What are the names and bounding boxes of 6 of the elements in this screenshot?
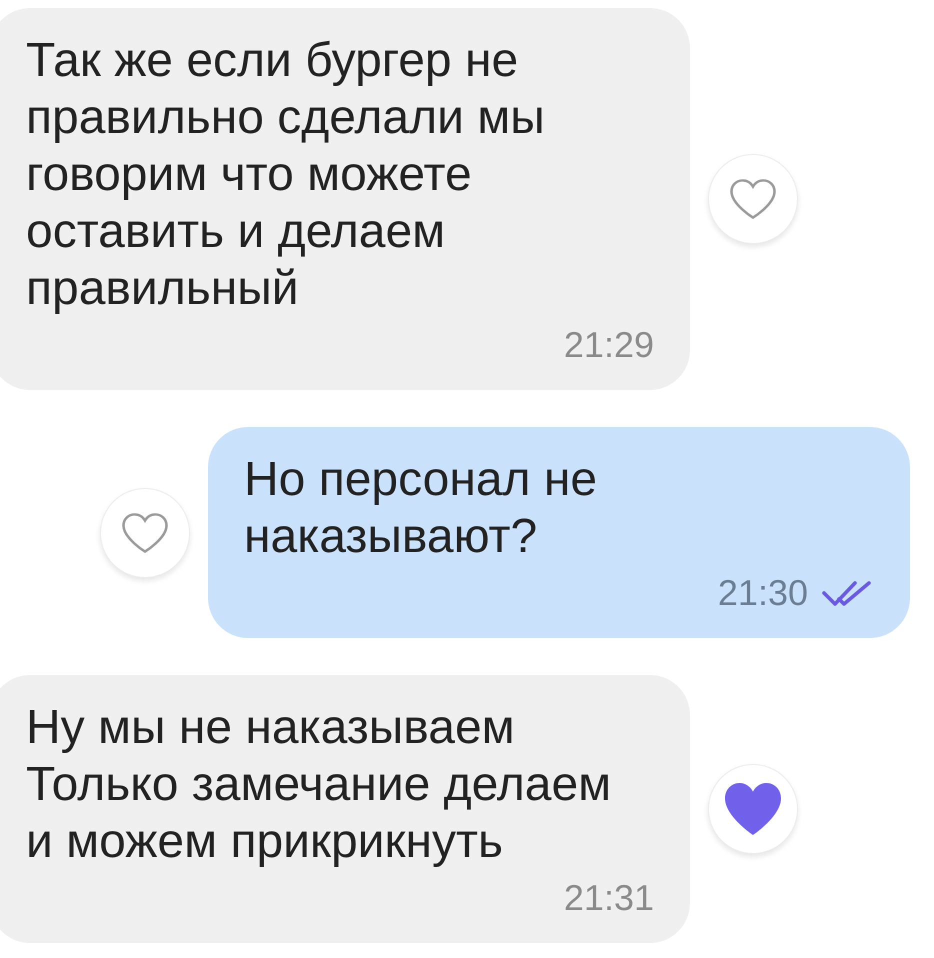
message-text: Но персонал не наказывают? (244, 452, 598, 565)
message-time: 21:29 (564, 325, 654, 365)
message-time: 21:31 (564, 878, 654, 918)
message-text: Ну мы не наказываем Только замечание делаем и можем прикрикнуть (26, 700, 612, 870)
message-time: 21:30 (718, 573, 808, 613)
message-text: Так же если бургер не правильно сделали мы говорим что можете оставить и делаем правильный (26, 33, 546, 317)
